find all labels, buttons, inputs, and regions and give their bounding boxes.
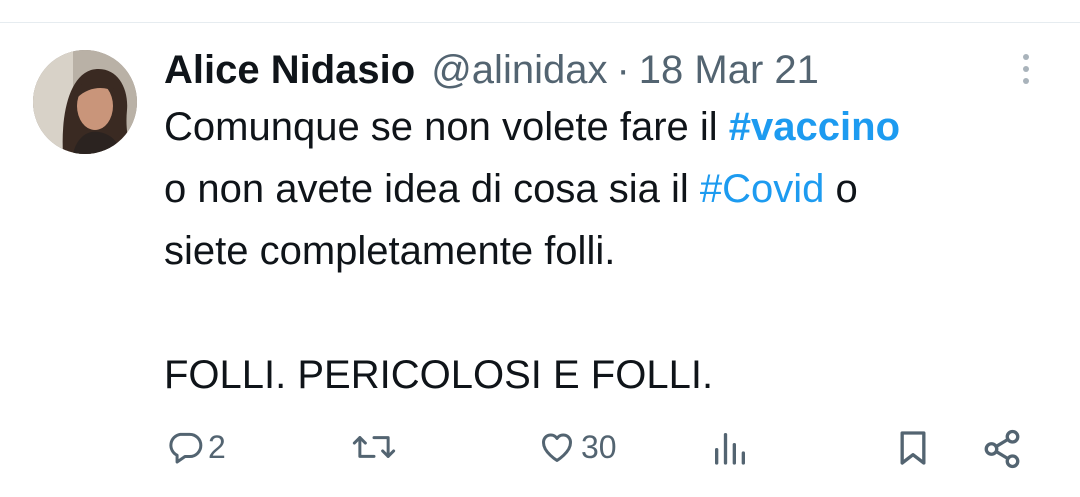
hashtag-vaccino[interactable]: #vaccino (729, 105, 900, 149)
share-icon (981, 428, 1023, 470)
user-handle[interactable]: @alinidax (431, 48, 607, 93)
avatar[interactable] (33, 50, 137, 154)
like-count: 30 (581, 428, 617, 465)
like-button[interactable]: 30 (537, 428, 617, 466)
text-segment: o non avete idea di cosa sia il (164, 167, 700, 211)
reply-icon (166, 428, 204, 466)
display-name[interactable]: Alice Nidasio (164, 48, 415, 93)
tweet-text: Comunque se non volete fare il #vaccino … (164, 96, 1044, 406)
tweet-text-line-2: o non avete idea di cosa sia il #Covid o (164, 158, 1044, 220)
tweet-header: Alice Nidasio @alinidax · 18 Mar 21 (164, 41, 819, 99)
avatar-image (33, 50, 137, 154)
tweet-text-line-3: siete completamente folli. (164, 229, 616, 273)
tweet-text-line-5: FOLLI. PERICOLOSI E FOLLI. (164, 353, 714, 397)
action-bar: 2 30 (0, 420, 1080, 480)
reply-count: 2 (208, 428, 226, 465)
share-button[interactable] (981, 428, 1023, 470)
reply-button[interactable]: 2 (166, 428, 226, 466)
more-vertical-icon[interactable] (1016, 54, 1036, 90)
bookmark-button[interactable] (893, 428, 933, 468)
retweet-icon (352, 428, 396, 466)
views-icon (710, 428, 750, 468)
heart-icon (537, 428, 577, 466)
tweet-date[interactable]: 18 Mar 21 (639, 48, 819, 93)
tweet-text-line-1: Comunque se non volete fare il #vaccino (164, 96, 1044, 158)
text-segment: Comunque se non volete fare il (164, 105, 729, 149)
text-segment: o (824, 167, 858, 211)
retweet-button[interactable] (352, 428, 400, 466)
views-button[interactable] (710, 428, 750, 468)
hashtag-covid[interactable]: #Covid (700, 167, 825, 211)
top-divider (0, 22, 1080, 23)
bookmark-icon (893, 428, 933, 468)
separator-dot: · (616, 47, 630, 92)
